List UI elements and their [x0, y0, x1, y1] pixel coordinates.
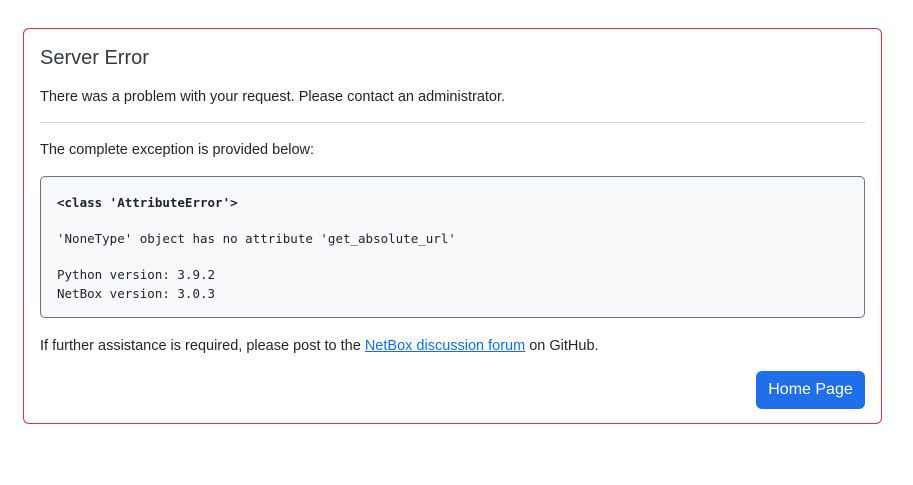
exception-class: <class 'AttributeError'>	[57, 195, 238, 210]
exception-spacer	[57, 248, 848, 265]
exception-detail: 'NoneType' object has no attribute 'get_…	[57, 231, 456, 246]
assistance-suffix: on GitHub.	[525, 338, 599, 354]
home-page-button[interactable]: Home Page	[756, 371, 865, 409]
divider	[40, 122, 865, 123]
error-card-body: Server Error There was a problem with yo…	[24, 29, 881, 423]
python-version: Python version: 3.9.2	[57, 267, 216, 282]
netbox-version: NetBox version: 3.0.3	[57, 286, 216, 301]
exception-block: <class 'AttributeError'> 'NoneType' obje…	[40, 176, 865, 318]
page-title: Server Error	[40, 47, 149, 69]
error-message: There was a problem with your request. P…	[40, 89, 506, 105]
exception-intro: The complete exception is provided below…	[40, 142, 315, 158]
discussion-forum-link[interactable]: NetBox discussion forum	[365, 338, 525, 354]
error-card: Server Error There was a problem with yo…	[23, 28, 882, 424]
assistance-text: If further assistance is required, pleas…	[40, 336, 599, 356]
assistance-prefix: If further assistance is required, pleas…	[40, 338, 365, 354]
exception-spacer	[57, 212, 848, 229]
